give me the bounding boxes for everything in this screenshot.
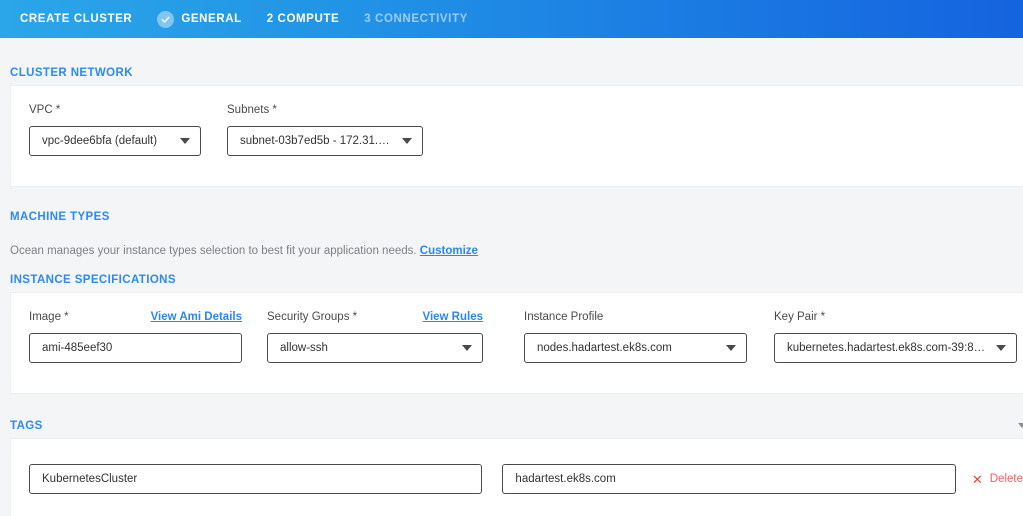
- tab-compute[interactable]: 2 COMPUTE: [267, 13, 340, 25]
- tab-general[interactable]: GENERAL: [157, 11, 241, 28]
- key-pair-selected-value: kubernetes.hadartest.ek8s.com-39:84:a5:9…: [787, 342, 988, 354]
- tags-heading-row: TAGS: [10, 420, 1023, 432]
- collapse-chevron-icon[interactable]: [1018, 423, 1023, 428]
- security-groups-select[interactable]: allow-ssh: [267, 333, 483, 363]
- instance-specifications-card: Image * View Ami Details Security Groups…: [10, 292, 1023, 394]
- tag-key-input[interactable]: [29, 464, 482, 494]
- security-groups-label: Security Groups *: [267, 311, 357, 323]
- instance-profile-selected-value: nodes.hadartest.ek8s.com: [537, 342, 718, 354]
- delete-tag-button[interactable]: ✕ Delete: [972, 473, 1023, 486]
- key-pair-field: Key Pair * kubernetes.hadartest.ek8s.com…: [774, 311, 1017, 363]
- machine-types-description: Ocean manages your instance types select…: [10, 245, 1023, 257]
- key-pair-label: Key Pair *: [774, 311, 825, 323]
- security-groups-field: Security Groups * View Rules allow-ssh: [267, 311, 483, 363]
- chevron-down-icon: [462, 345, 472, 351]
- tag-row: ✕ Delete: [29, 464, 1023, 494]
- chevron-down-icon: [726, 345, 736, 351]
- vpc-label: VPC *: [29, 104, 60, 116]
- vpc-select[interactable]: vpc-9dee6bfa (default): [29, 126, 201, 156]
- image-input[interactable]: [29, 333, 242, 363]
- vpc-field: VPC * vpc-9dee6bfa (default): [29, 104, 201, 156]
- chevron-down-icon: [402, 138, 412, 144]
- tags-card: ✕ Delete: [10, 438, 1023, 516]
- cluster-network-heading: CLUSTER NETWORK: [10, 67, 1023, 79]
- delete-tag-label: Delete: [990, 473, 1023, 485]
- chevron-down-icon: [996, 345, 1006, 351]
- tab-compute-label: 2 COMPUTE: [267, 13, 340, 25]
- subnets-select[interactable]: subnet-03b7ed5b - 172.31.0.0/20 ...: [227, 126, 423, 156]
- check-circle-icon: [157, 11, 174, 28]
- subnets-label: Subnets *: [227, 104, 277, 116]
- tag-value-input[interactable]: [502, 464, 955, 494]
- wizard-header: CREATE CLUSTER GENERAL 2 COMPUTE 3 CONNE…: [0, 0, 1023, 38]
- tags-heading: TAGS: [10, 420, 43, 432]
- wizard-title: CREATE CLUSTER: [20, 13, 132, 25]
- machine-types-description-text: Ocean manages your instance types select…: [10, 245, 417, 257]
- close-icon: ✕: [972, 473, 983, 486]
- tab-connectivity-label: 3 CONNECTIVITY: [364, 13, 468, 25]
- view-ami-details-link[interactable]: View Ami Details: [151, 311, 242, 323]
- instance-profile-field: Instance Profile nodes.hadartest.ek8s.co…: [524, 311, 747, 363]
- chevron-down-icon: [180, 138, 190, 144]
- cluster-network-card: VPC * vpc-9dee6bfa (default) Subnets * s…: [10, 85, 1023, 187]
- key-pair-select[interactable]: kubernetes.hadartest.ek8s.com-39:84:a5:9…: [774, 333, 1017, 363]
- view-rules-link[interactable]: View Rules: [422, 311, 483, 323]
- image-label: Image *: [29, 311, 69, 323]
- tab-connectivity[interactable]: 3 CONNECTIVITY: [364, 13, 468, 25]
- machine-types-heading: MACHINE TYPES: [10, 211, 1023, 223]
- customize-link[interactable]: Customize: [420, 245, 478, 257]
- instance-specifications-heading: INSTANCE SPECIFICATIONS: [10, 274, 1023, 286]
- tab-general-label: GENERAL: [181, 13, 241, 25]
- instance-profile-label: Instance Profile: [524, 311, 603, 323]
- subnets-field: Subnets * subnet-03b7ed5b - 172.31.0.0/2…: [227, 104, 423, 156]
- security-groups-selected-value: allow-ssh: [280, 342, 454, 354]
- instance-profile-select[interactable]: nodes.hadartest.ek8s.com: [524, 333, 747, 363]
- image-field: Image * View Ami Details: [29, 311, 242, 363]
- subnets-selected-value: subnet-03b7ed5b - 172.31.0.0/20 ...: [240, 135, 394, 147]
- vpc-selected-value: vpc-9dee6bfa (default): [42, 135, 172, 147]
